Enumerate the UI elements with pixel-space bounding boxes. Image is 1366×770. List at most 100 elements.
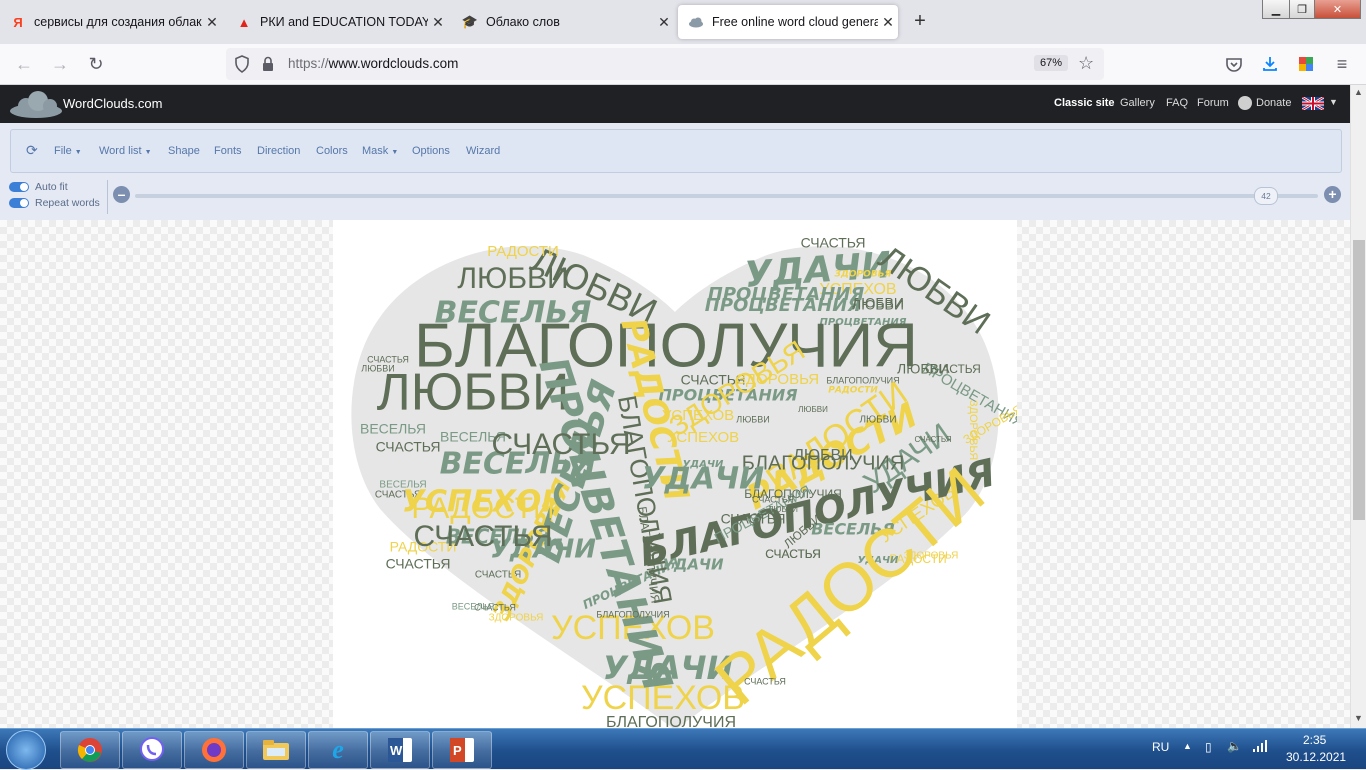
browser-nav-bar: ← → ↻ https://www.wordclouds.com 67% ☆ ≡ [0,44,1366,85]
menu-fonts[interactable]: Fonts [214,145,242,157]
yandex-icon: Я [13,14,23,30]
signal-icon[interactable] [1252,739,1268,756]
nav-forum[interactable]: Forum [1197,97,1229,109]
start-button[interactable] [6,730,46,770]
tab-word-cloud[interactable]: 🎓 Облако слов ✕ [452,5,674,39]
cloud-icon [688,14,704,30]
svg-text:P: P [453,743,462,758]
auto-fit-label: Auto fit [35,181,68,193]
word-count-slider-track[interactable] [135,194,1318,198]
word-count-slider-thumb[interactable]: 42 [1254,187,1278,205]
menu-shape[interactable]: Shape [168,145,200,157]
tray-expand-icon[interactable]: ▲ [1183,741,1192,751]
powerpoint-icon[interactable]: P [432,731,492,769]
nav-gallery[interactable]: Gallery [1120,97,1155,109]
reload-button[interactable]: ↻ [84,52,108,76]
cloud-word: ПРОЦВЕТАНИЯ [708,284,865,305]
chrome-icon[interactable] [60,731,120,769]
uk-flag-icon[interactable] [1301,95,1325,115]
close-icon[interactable]: ✕ [202,14,222,31]
close-icon[interactable]: ✕ [428,14,448,31]
bookmark-star-icon[interactable]: ☆ [1078,53,1094,74]
url-text[interactable]: https://www.wordclouds.com [288,56,458,71]
menu-options[interactable]: Options [412,145,450,157]
ie-icon[interactable]: e [308,731,368,769]
menu-direction[interactable]: Direction [257,145,300,157]
scroll-down-icon[interactable]: ▼ [1354,713,1363,723]
cloud-word: БЛАГОПОЛУЧИЯ [606,714,736,728]
browser-tab-strip: Я сервисы для создания облака ✕ ▲ РКИ an… [0,0,1366,44]
back-button[interactable]: ← [12,52,36,76]
cloud-word: СЧАСТЬЯ [413,520,552,553]
repeat-words-toggle[interactable] [9,198,29,208]
forward-button[interactable]: → [48,52,72,76]
new-tab-button[interactable]: + [908,10,932,33]
minimize-button[interactable]: ▁ [1262,0,1290,19]
pocket-icon[interactable] [1222,52,1246,76]
auto-fit-toggle[interactable] [9,182,29,192]
cloud-word: СЧАСТЬЯ [744,676,786,686]
menu-word-list[interactable]: Word list ▼ [99,145,152,157]
firefox-icon[interactable] [184,731,244,769]
cloud-word: СЧАСТЬЯ [386,556,451,572]
volume-icon[interactable]: 🔈 [1227,739,1242,753]
word-cloud-artboard[interactable]: ЛЮБВИ ЛЮБВИ ВЕСЕЛЬЯ РАДОСТИ СЧАСТЬЯ УДАЧИ ЛЮБВ… [333,220,1017,728]
cloud-word: БЛАГОПОЛУЧИЯ [596,609,669,619]
extension-icon[interactable] [1294,52,1318,76]
maximize-button[interactable]: ❐ [1289,0,1315,19]
chevron-down-icon[interactable]: ▼ [1329,97,1338,107]
tab-yandex-search[interactable]: Я сервисы для создания облака ✕ [0,5,222,39]
windows-taskbar: e W P RU ▲ ▯ 🔈 2:35 30.12.2021 [0,728,1366,770]
scrollbar-thumb[interactable] [1353,240,1365,520]
scroll-up-icon[interactable]: ▲ [1354,87,1363,97]
clouds-logo-icon[interactable] [8,89,64,124]
nav-classic-site[interactable]: Classic site [1054,97,1115,109]
nav-faq[interactable]: FAQ [1166,97,1188,109]
svg-text:W: W [390,743,403,758]
plus-icon[interactable]: + [1324,186,1341,203]
address-bar[interactable]: https://www.wordclouds.com 67% ☆ [226,48,1104,80]
hamburger-menu-icon[interactable]: ≡ [1330,52,1354,76]
downloads-icon[interactable] [1258,52,1282,76]
cloud-word: ВЕСЕЛЬЯ [360,421,426,437]
cloud-word: ЛЮБВИ [798,405,828,414]
cloud-word: ЗДОРОВЬЯ [835,270,892,280]
viber-icon[interactable] [122,731,182,769]
network-icon[interactable]: ▯ [1205,740,1212,754]
lock-icon[interactable] [262,56,274,77]
cloud-word: СЧАСТЬЯ [491,428,630,461]
clock-date[interactable]: 30.12.2021 [1286,750,1346,764]
close-window-button[interactable]: ✕ [1314,0,1361,19]
explorer-icon[interactable] [246,731,306,769]
word-cloud: ЛЮБВИ ЛЮБВИ ВЕСЕЛЬЯ РАДОСТИ СЧАСТЬЯ УДАЧИ ЛЮБВ… [351,235,1017,728]
cloud-word: РАДОСТИ [487,243,559,260]
refresh-icon[interactable]: ⟳ [26,142,38,159]
cloud-word: СЧАСТЬЯ [376,439,441,455]
cloud-word: ЛЮБВИ [736,414,769,424]
tab-label: сервисы для создания облака [34,15,202,29]
page-scrollbar[interactable]: ▲ ▼ [1350,85,1366,728]
tab-rki-education[interactable]: ▲ РКИ and EDUCATION TODAY: 5 ✕ [226,5,448,39]
cloud-word: СЧАСТЬЯ [765,547,821,561]
tab-wordclouds-active[interactable]: Free online word cloud generat ✕ [678,5,898,39]
minus-icon[interactable]: – [113,186,130,203]
close-icon[interactable]: ✕ [878,14,898,31]
word-icon[interactable]: W [370,731,430,769]
close-icon[interactable]: ✕ [654,14,674,31]
zoom-indicator[interactable]: 67% [1034,55,1069,71]
language-indicator[interactable]: RU [1152,740,1169,754]
menu-colors[interactable]: Colors [316,145,348,157]
menu-file[interactable]: File ▼ [54,145,82,157]
divider [107,180,108,214]
shield-icon[interactable] [234,55,250,78]
cloud-word: ЛЮБВИ [361,363,394,373]
menu-wizard[interactable]: Wizard [466,145,500,157]
donate-icon[interactable] [1238,96,1252,110]
site-brand[interactable]: WordClouds.com [63,96,162,111]
clock-time[interactable]: 2:35 [1303,733,1326,747]
editor-toolbar: ⟳ File ▼ Word list ▼ Shape Fonts Directi… [0,123,1350,220]
graduation-cap-icon: 🎓 [461,14,479,29]
cloud-word: СЧАСТЬЯ [721,511,786,527]
nav-donate[interactable]: Donate [1256,97,1291,109]
menu-mask[interactable]: Mask ▼ [362,145,398,157]
